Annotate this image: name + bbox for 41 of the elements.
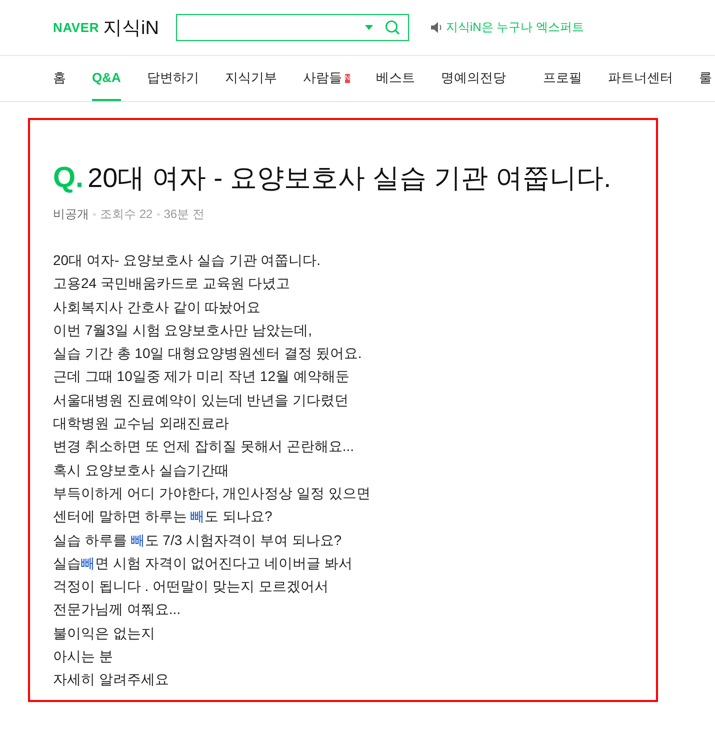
nav-tab[interactable]: 룰 [698,56,712,101]
body-line: 실습 기간 총 10일 대형요양병원센터 결정 됬어요. [53,344,363,364]
post-time: 36분 전 [164,206,204,223]
body-line: 걱정이 됩니다 . 어떤말이 맞는지 모르겠어서 [53,577,330,596]
body-line: 고용24 국민배움카드로 교육원 다녔고 [53,274,292,294]
body-line: 근데 그때 10일중 제가 미리 작년 12월 예약해둔 [53,367,350,386]
body-line: 불이익은 없는지 [53,624,156,643]
body-line: 변경 취소하면 또 언제 잡히질 못해서 곤란해요... [53,437,356,456]
body-line: 자세히 알려주세요 [53,670,170,690]
nav-tab[interactable]: 홈 [53,56,66,101]
body-line: 아시는 분 [53,647,114,666]
body-line: 센터에 말하면 하루는 빼 도 되나요? [53,507,274,526]
body-line: 서울대병원 진료예약이 있는데 반년을 기다렸던 [53,390,350,410]
caret-icon[interactable] [365,25,373,30]
view-count: 조회수 22 [100,206,153,223]
body-line: 사회복지사 간호사 같이 따놨어요 [53,298,262,317]
body-line: 실습빼 면 시험 자격이 없어진다고 네이버글 봐서 [53,554,354,573]
nav-tab[interactable]: 명예의전당 [440,56,506,101]
service-logo[interactable]: 지식iN [103,14,159,40]
nav-tab[interactable]: 프로필 [542,56,582,101]
search-icon[interactable] [385,20,400,35]
body-line: 혹시 요양보호사 실습기간때 [53,460,230,480]
body-line: 부득이하게 어디 가야한다, 개인사정상 일정 있으면 [53,484,372,503]
author-name: 비공개 [53,206,89,223]
body-line: 대학병원 교수님 외래진료라 [53,414,230,434]
body-line: 전문가님께 여쭤요... [53,600,182,620]
nav-tab[interactable]: 파트너센터 [608,56,673,101]
nav-tab[interactable]: 지식기부 [224,56,277,101]
keyword-link[interactable]: 빼 [190,508,205,524]
body-line: 실습 하루를 빼 도 7/3 시험자격이 부여 되나요? [53,530,343,550]
search-field[interactable] [176,14,409,41]
question-title: 20대 여자 - 요양보호사 실습 기관 여쭙니다. [88,162,612,195]
speaker-icon [431,22,443,33]
body-line: 20대 여자- 요양보호사 실습 기관 여쭙니다. [53,251,322,270]
question-mark-label: Q. [53,162,84,195]
nav-tab[interactable]: 답변하기 [146,56,199,101]
keyword-link[interactable]: 빼 [130,532,145,548]
nav-tab[interactable]: 사람들 [302,56,342,101]
keyword-link[interactable]: 빼 [81,554,95,571]
body-line: 이번 7월3일 시험 요양보호사만 남았는데, [53,320,314,340]
nav-tab[interactable]: 베스트 [376,56,415,101]
